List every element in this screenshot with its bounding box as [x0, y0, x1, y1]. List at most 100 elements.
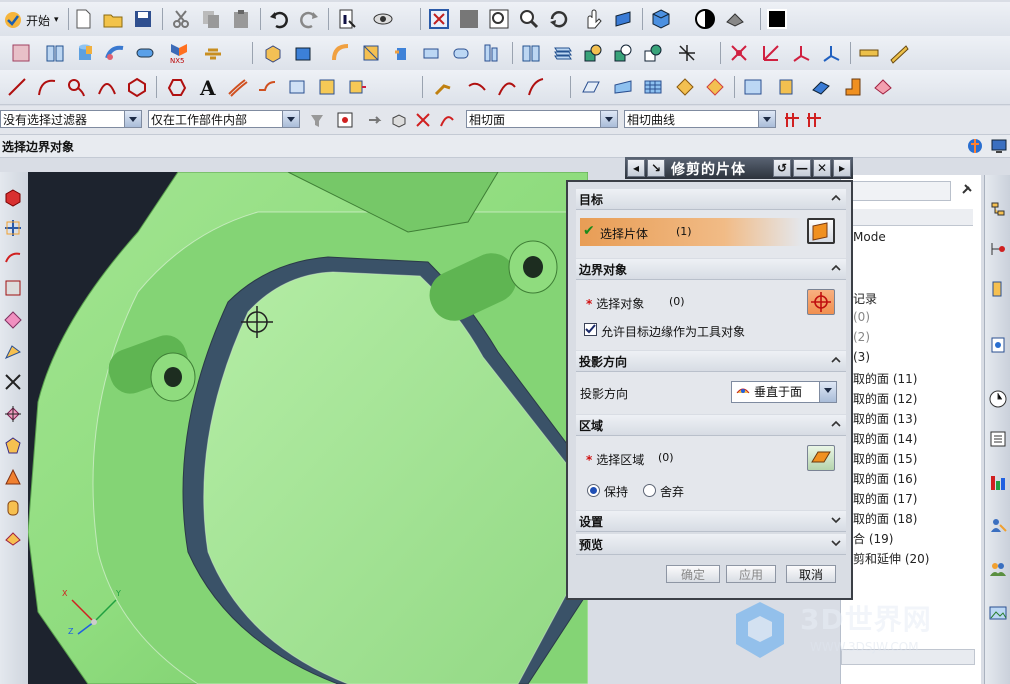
thicken-icon[interactable] — [810, 76, 832, 98]
fit-icon[interactable] — [428, 8, 450, 30]
section-target-header[interactable]: 目标 — [576, 189, 846, 210]
section-preview-header[interactable]: 预览 — [576, 534, 846, 555]
trim-body-icon[interactable] — [3, 218, 23, 238]
follow-fillet-icon[interactable] — [806, 111, 822, 129]
split-curve-icon[interactable] — [496, 76, 518, 98]
cylinder-icon[interactable] — [3, 528, 23, 548]
sweep-icon[interactable] — [104, 42, 126, 64]
boolean-intersect-icon[interactable] — [642, 42, 664, 64]
blend-icon[interactable] — [330, 42, 352, 64]
nav-row[interactable]: 合 (19) — [853, 530, 893, 547]
intersect-curve-icon[interactable] — [316, 76, 338, 98]
text-icon[interactable]: A — [196, 76, 218, 98]
nav-row[interactable]: (3) — [853, 350, 870, 364]
type-filter-select[interactable]: 没有选择过滤器 — [0, 110, 142, 128]
assembly-icon[interactable] — [988, 199, 1008, 219]
cut-block-icon[interactable] — [360, 42, 382, 64]
cut-icon[interactable] — [170, 8, 192, 30]
allow-target-edges-checkbox[interactable] — [584, 323, 597, 336]
scope-filter-select[interactable]: 仅在工作部件内部 — [148, 110, 300, 128]
nav-row[interactable]: 剪和延伸 (20) — [853, 550, 929, 567]
info-icon[interactable] — [336, 8, 358, 30]
keep-radio[interactable] — [587, 484, 600, 497]
new-icon[interactable] — [72, 8, 94, 30]
shaded-cube-icon[interactable] — [650, 8, 672, 30]
section-region-header[interactable]: 区域 — [576, 415, 846, 436]
select-object-row[interactable]: * 选择对象 — [586, 295, 644, 312]
csys-icon[interactable] — [790, 42, 812, 64]
pin-icon[interactable]: ↘ — [647, 159, 665, 177]
snap-point-icon[interactable] — [336, 111, 354, 129]
monitor-icon[interactable] — [990, 137, 1008, 155]
graphics-viewport[interactable]: X Y Z — [28, 172, 588, 684]
axis-icon[interactable] — [760, 42, 782, 64]
nav-row[interactable]: 取的面 (12) — [853, 390, 917, 407]
color-swatch-icon[interactable] — [766, 8, 788, 30]
arrow-right-icon[interactable]: ▸ — [833, 159, 851, 177]
clock-icon[interactable] — [988, 389, 1008, 409]
layer-icon[interactable] — [202, 42, 224, 64]
stop-at-intersection-icon[interactable] — [784, 111, 800, 129]
face-patch-icon[interactable] — [612, 76, 634, 98]
discard-radio[interactable] — [643, 484, 656, 497]
rotate-icon[interactable] — [548, 8, 570, 30]
extrude-icon[interactable] — [390, 42, 412, 64]
filter-reset-icon[interactable] — [308, 111, 326, 129]
roles-icon[interactable] — [988, 515, 1008, 535]
polygon-icon[interactable] — [126, 76, 148, 98]
zoom-in-icon[interactable] — [518, 8, 540, 30]
nav-row[interactable]: 记录 — [853, 290, 877, 307]
cancel-button[interactable]: 取消 — [786, 565, 836, 583]
edge-icon[interactable] — [3, 342, 23, 362]
face-icon[interactable] — [3, 278, 23, 298]
ok-button[interactable]: 确定 — [666, 565, 720, 583]
nav-row[interactable]: 取的面 (17) — [853, 490, 917, 507]
shell-icon[interactable] — [842, 76, 864, 98]
nav-row[interactable]: Mode — [853, 230, 886, 244]
arc-icon[interactable] — [36, 76, 58, 98]
revolve-icon[interactable] — [420, 42, 442, 64]
material-icon[interactable] — [724, 8, 746, 30]
nx5-button[interactable]: NX5 — [164, 42, 194, 66]
curve-ops-icon[interactable] — [432, 76, 454, 98]
sew-icon[interactable] — [674, 76, 696, 98]
minimize-icon[interactable]: — — [793, 159, 811, 177]
perspective-icon[interactable] — [612, 8, 634, 30]
dialog-titlebar[interactable]: ◂ ↘ 修剪的片体 ↺ — ✕ ▸ — [625, 157, 853, 179]
snap-box-icon[interactable] — [390, 111, 408, 129]
nav-row[interactable]: 取的面 (11) — [853, 370, 917, 387]
nav-row[interactable]: (0) — [853, 310, 870, 324]
zoom-window-icon[interactable] — [488, 8, 510, 30]
surface-icon[interactable] — [3, 248, 23, 268]
cube-icon[interactable] — [3, 188, 23, 208]
surface-icon[interactable] — [580, 76, 602, 98]
snap-arrow-icon[interactable] — [366, 111, 384, 129]
sheet-icon[interactable] — [3, 498, 23, 518]
mesh-icon[interactable] — [642, 76, 664, 98]
face-icon[interactable] — [450, 42, 472, 64]
patch-icon[interactable] — [704, 76, 726, 98]
axis-cross-icon[interactable] — [3, 372, 23, 392]
offset-face-icon[interactable] — [872, 76, 894, 98]
stack-icon[interactable] — [552, 42, 574, 64]
select-region-button[interactable] — [807, 445, 835, 471]
line-icon[interactable] — [6, 76, 28, 98]
zoom-icon[interactable] — [458, 8, 480, 30]
section-projection-header[interactable]: 投影方向 — [576, 351, 846, 372]
projection-direction-select[interactable]: 垂直于面 — [731, 381, 837, 403]
cone-icon[interactable] — [3, 468, 23, 488]
view-icon[interactable] — [372, 8, 394, 30]
save-icon[interactable] — [132, 8, 154, 30]
image-icon[interactable] — [988, 603, 1008, 623]
spline-icon[interactable] — [66, 76, 88, 98]
curve-rule-select[interactable]: 相切曲线 — [624, 110, 776, 128]
paste-icon[interactable] — [230, 8, 252, 30]
arrow-left-icon[interactable]: ◂ — [627, 159, 645, 177]
boolean-unite-icon[interactable] — [582, 42, 604, 64]
project-curve-icon[interactable] — [286, 76, 308, 98]
display-mode-icon[interactable] — [694, 8, 716, 30]
nav-row[interactable]: (2) — [853, 330, 870, 344]
nav-row[interactable]: 取的面 (13) — [853, 410, 917, 427]
apply-button[interactable]: 应用 — [726, 565, 776, 583]
pan-icon[interactable] — [582, 8, 604, 30]
